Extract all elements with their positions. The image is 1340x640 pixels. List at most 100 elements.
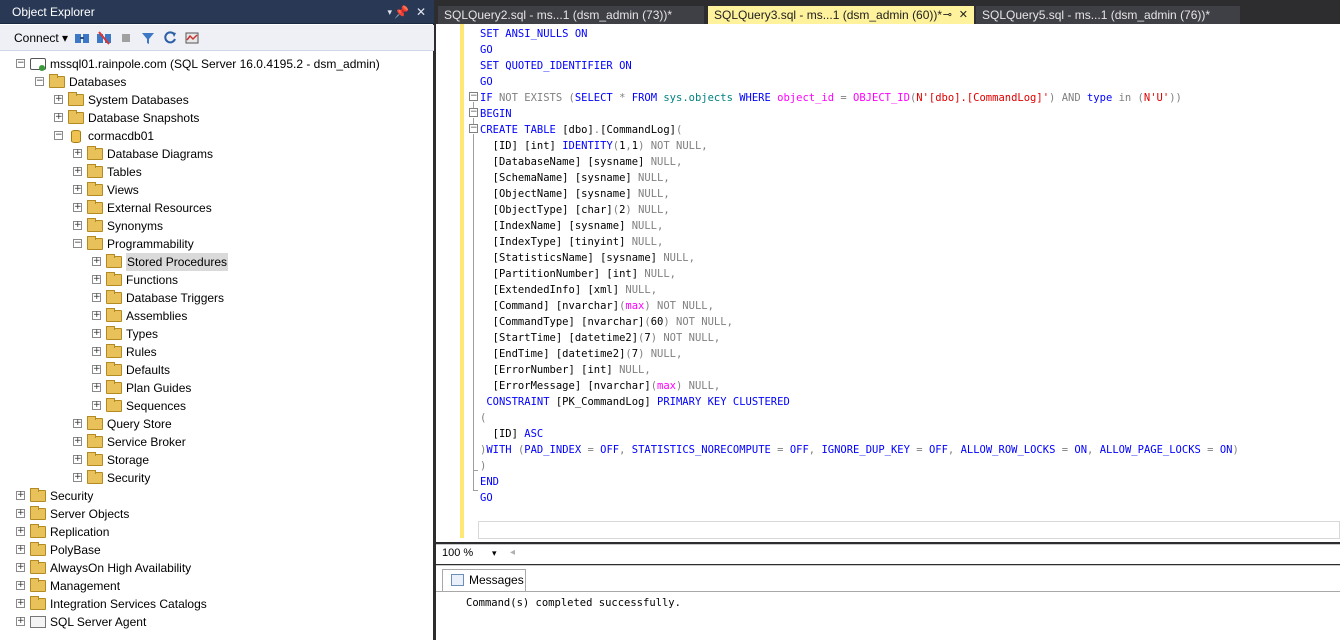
query-editor[interactable]: − − − SET ANSI_NULLS ON GO SET QUOTED_IDEN… (436, 24, 1340, 542)
tree-node-label: Programmability (107, 237, 194, 251)
panel-menu-dropdown-icon[interactable]: ▾ (387, 0, 392, 24)
code-token: [dbo] (562, 124, 594, 136)
code-token: OFF (600, 444, 620, 456)
code-token: GO (480, 44, 493, 56)
expand-icon[interactable]: + (92, 275, 101, 284)
expand-icon[interactable]: + (16, 545, 25, 554)
collapse-icon[interactable]: − (35, 77, 44, 86)
expand-icon[interactable]: + (73, 455, 82, 464)
database-icon (71, 130, 81, 143)
code-token: NULL, (638, 172, 670, 184)
collapse-icon[interactable]: − (73, 239, 82, 248)
collapse-icon[interactable]: − (469, 92, 478, 101)
tab-sqlquery2[interactable]: SQLQuery2.sql - ms...1 (dsm_admin (73))* (438, 6, 704, 24)
outlining-margin (467, 24, 477, 538)
filter-icon[interactable] (140, 30, 156, 46)
code-token: [PK_CommandLog] (555, 396, 658, 408)
code-token: ) (1049, 92, 1062, 104)
expand-icon[interactable]: + (73, 149, 82, 158)
folder-icon (87, 470, 103, 484)
tab-sqlquery5[interactable]: SQLQuery5.sql - ms...1 (dsm_admin (76))* (976, 6, 1240, 24)
tree-node-label: Database Snapshots (88, 111, 200, 125)
refresh-icon[interactable] (162, 30, 178, 46)
expand-icon[interactable]: + (73, 185, 82, 194)
expand-icon[interactable]: + (73, 473, 82, 482)
code-token: N'U' (1143, 92, 1170, 104)
folder-icon (106, 254, 122, 268)
code-token: [DatabaseName] [sysname] (480, 156, 651, 168)
expand-icon[interactable]: + (16, 599, 25, 608)
messages-area[interactable]: Command(s) completed successfully. (436, 591, 1340, 640)
tab-close-icon[interactable]: ✕ (959, 6, 968, 24)
tab-label: SQLQuery5.sql - ms...1 (dsm_admin (76))* (982, 8, 1211, 22)
zoom-level[interactable]: 100 % (442, 547, 473, 559)
code-line: [StartTime] [datetime2](7) NOT NULL, (480, 330, 721, 346)
folder-icon (30, 524, 46, 538)
expand-icon[interactable]: + (92, 365, 101, 374)
collapse-icon[interactable]: − (54, 131, 63, 140)
expand-icon[interactable]: + (73, 419, 82, 428)
code-token: IDENTITY (562, 140, 613, 152)
result-message: Command(s) completed successfully. (466, 597, 681, 609)
connect-button[interactable]: Connect ▾ (14, 31, 68, 45)
expand-icon[interactable]: + (16, 563, 25, 572)
expand-icon[interactable]: + (92, 347, 101, 356)
zoom-dropdown-icon[interactable]: ▾ (492, 548, 497, 559)
code-token: = (916, 444, 929, 456)
expand-icon[interactable]: + (92, 311, 101, 320)
expand-icon[interactable]: + (16, 509, 25, 518)
code-token: ) NULL, (675, 380, 721, 392)
tree-node-label: Views (107, 183, 139, 197)
tab-sqlquery3[interactable]: SQLQuery3.sql - ms...1 (dsm_admin (60))*… (708, 6, 974, 24)
collapse-icon[interactable]: − (469, 108, 478, 117)
code-line: [ObjectType] [char](2) NULL, (480, 202, 670, 218)
tree-node-label: Defaults (126, 363, 171, 377)
expand-icon[interactable]: + (16, 491, 25, 500)
code-token: = (1207, 444, 1220, 456)
expand-icon[interactable]: + (73, 167, 82, 176)
expand-icon[interactable]: + (92, 293, 101, 302)
expand-icon[interactable]: + (73, 203, 82, 212)
activity-monitor-icon[interactable] (184, 30, 200, 46)
expand-icon[interactable]: + (54, 113, 63, 122)
code-line: [IndexName] [sysname] NULL, (480, 218, 664, 234)
expand-icon[interactable]: + (73, 221, 82, 230)
expand-icon[interactable]: + (54, 95, 63, 104)
expand-icon[interactable]: + (16, 617, 25, 626)
current-line-highlight (478, 521, 1340, 539)
scroll-left-icon[interactable]: ◂ (510, 547, 515, 558)
tab-pin-icon[interactable]: ⊸ (943, 6, 952, 24)
connect-object-explorer-icon[interactable] (74, 30, 90, 46)
object-explorer-toolbar: Connect ▾ (0, 25, 434, 51)
expand-icon[interactable]: + (92, 257, 101, 266)
folder-icon (106, 308, 122, 322)
tab-messages[interactable]: Messages (442, 569, 526, 591)
tree-node-label: Database Triggers (126, 291, 225, 305)
code-token: ) NULL, (638, 348, 683, 360)
code-token: [PartitionNumber] [int] (480, 268, 645, 280)
code-token: WHERE (739, 92, 778, 104)
expand-icon[interactable]: + (92, 383, 101, 392)
expand-icon[interactable]: + (16, 581, 25, 590)
code-line: [StatisticsName] [sysname] NULL, (480, 250, 695, 266)
pin-icon[interactable]: 📌 (394, 0, 409, 24)
expand-icon[interactable]: + (73, 437, 82, 446)
disconnect-icon[interactable] (96, 30, 112, 46)
code-token: AND (1061, 92, 1087, 104)
expand-icon[interactable]: + (92, 401, 101, 410)
close-icon[interactable]: ✕ (416, 0, 426, 24)
code-token: [StartTime] [datetime2] (480, 332, 639, 344)
code-token: [ID] (480, 428, 525, 440)
code-token: ) NOT NULL, (663, 316, 733, 328)
collapse-icon[interactable]: − (469, 124, 478, 133)
expand-icon[interactable]: + (16, 527, 25, 536)
folder-icon (106, 344, 122, 358)
tree-node-label: Functions (126, 273, 179, 287)
code-token: NULL, (638, 188, 670, 200)
stop-icon[interactable] (118, 30, 134, 46)
code-line: ( (480, 410, 486, 426)
expand-icon[interactable]: + (92, 329, 101, 338)
collapse-icon[interactable]: − (16, 59, 25, 68)
code-token: END (480, 476, 499, 488)
tree-node-label: Management (50, 579, 121, 593)
